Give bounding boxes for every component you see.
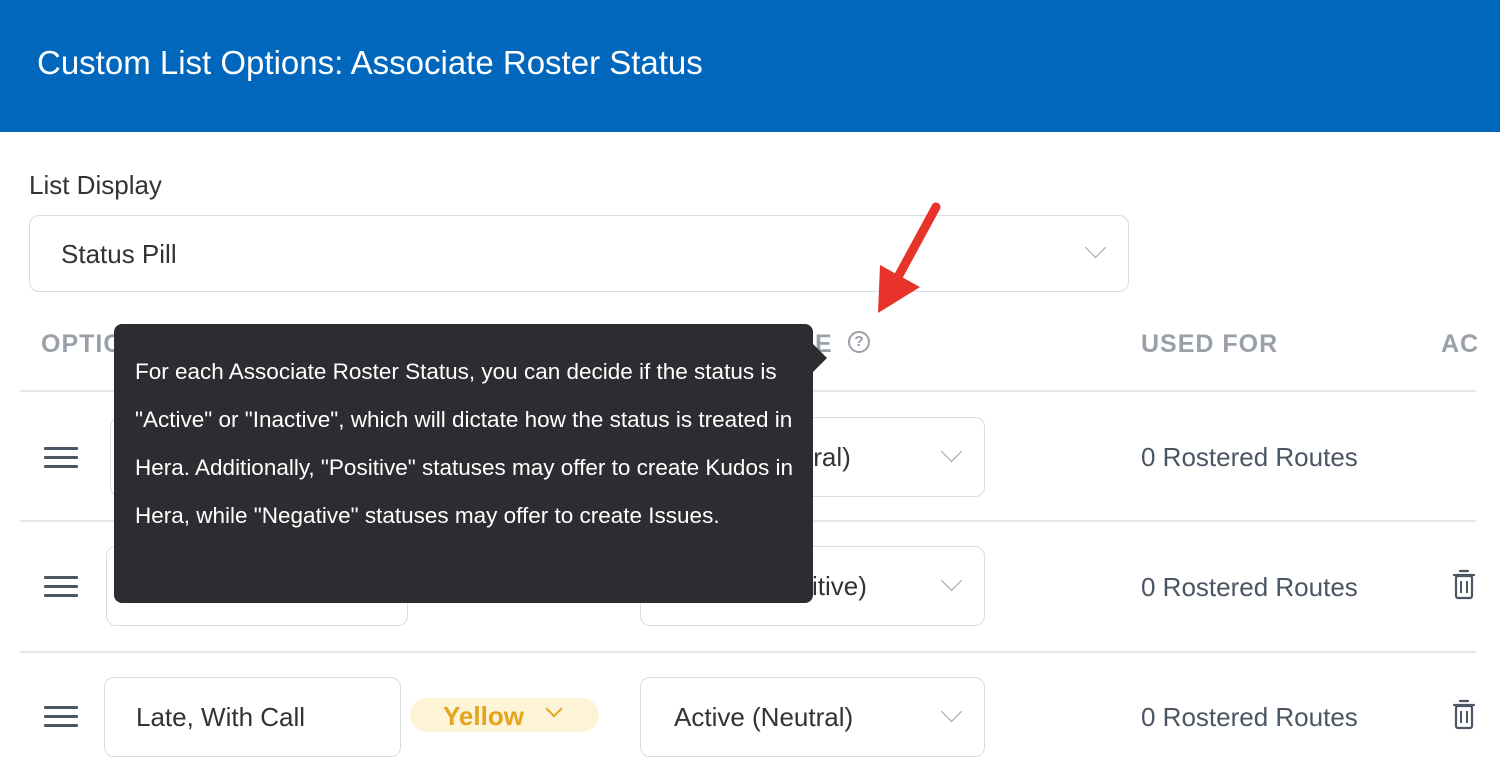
chevron-down-icon bbox=[940, 700, 963, 723]
row-divider bbox=[20, 651, 1476, 653]
status-select[interactable]: Active (Neutral) bbox=[640, 677, 985, 757]
list-display-label: List Display bbox=[29, 170, 162, 200]
list-display-select[interactable]: Status Pill bbox=[29, 215, 1129, 292]
used-for-text: 0 Rostered Routes bbox=[1141, 702, 1358, 732]
trash-icon[interactable] bbox=[1452, 568, 1476, 600]
help-circle-icon[interactable]: ? bbox=[848, 331, 870, 353]
column-header-used-for: USED FOR bbox=[1141, 330, 1279, 358]
status-help-tooltip: For each Associate Roster Status, you ca… bbox=[114, 324, 827, 603]
color-pill-select[interactable]: Yellow bbox=[410, 698, 599, 732]
chevron-down-icon bbox=[1084, 236, 1107, 259]
annotation-arrow bbox=[878, 202, 941, 313]
drag-handle-icon[interactable] bbox=[44, 706, 78, 728]
color-pill-value: Yellow bbox=[443, 701, 524, 731]
chevron-down-icon bbox=[940, 569, 963, 592]
drag-handle-icon[interactable] bbox=[44, 447, 78, 469]
page-header: Custom List Options: Associate Roster St… bbox=[0, 0, 1500, 132]
chevron-down-icon bbox=[545, 700, 563, 718]
option-name-value: Late, With Call bbox=[136, 702, 306, 732]
used-for-text: 0 Rostered Routes bbox=[1141, 442, 1358, 472]
page-title: Custom List Options: Associate Roster St… bbox=[37, 44, 703, 81]
used-for-text: 0 Rostered Routes bbox=[1141, 572, 1358, 602]
drag-handle-icon[interactable] bbox=[44, 576, 78, 598]
list-display-value: Status Pill bbox=[61, 239, 177, 269]
chevron-down-icon bbox=[940, 440, 963, 463]
column-header-actions: AC bbox=[1441, 330, 1480, 358]
tooltip-text: For each Associate Roster Status, you ca… bbox=[135, 359, 793, 528]
option-name-input[interactable]: Late, With Call bbox=[104, 677, 401, 757]
trash-icon[interactable] bbox=[1452, 698, 1476, 730]
status-select-value: Active (Neutral) bbox=[674, 702, 854, 732]
column-header-option: OPTIC bbox=[41, 330, 123, 358]
